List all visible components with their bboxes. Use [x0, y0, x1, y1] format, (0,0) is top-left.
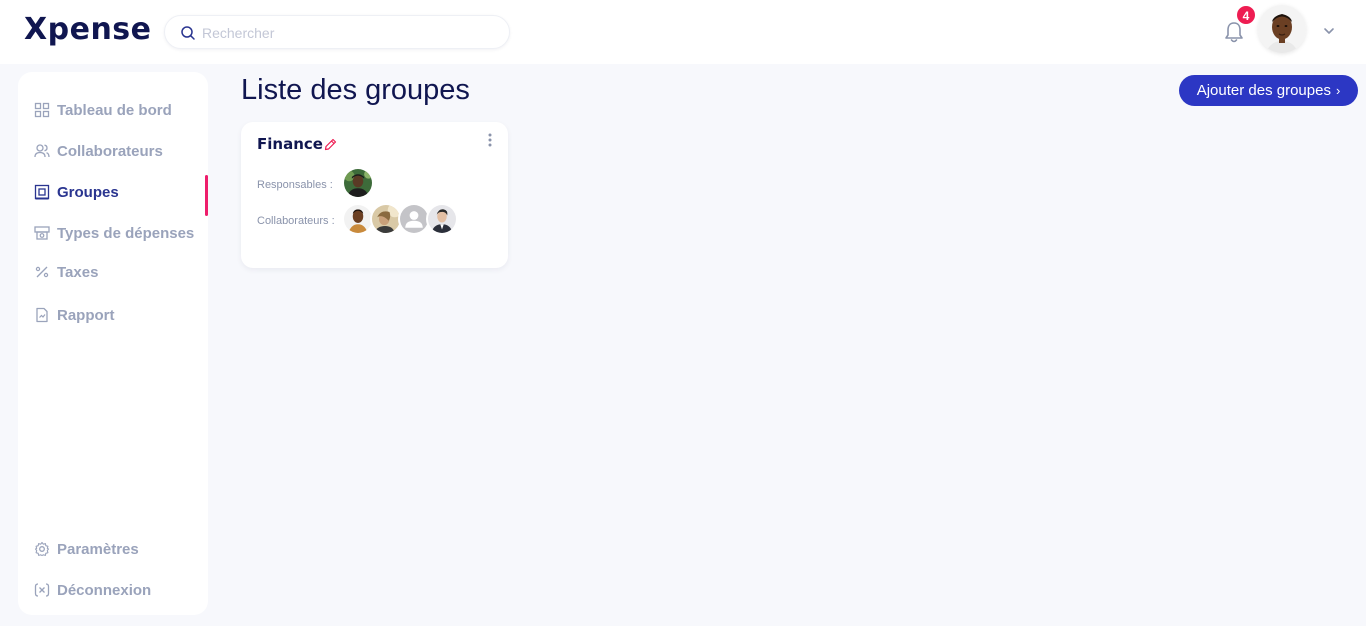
sidebar-item-label: Tableau de bord [57, 101, 172, 119]
collaborateurs-label: Collaborateurs : [257, 215, 335, 227]
sidebar-item-rapport[interactable]: Rapport [18, 298, 208, 332]
expense-types-icon [34, 226, 50, 240]
sidebar-item-types-depenses[interactable]: Types de dépenses [18, 216, 208, 250]
percent-icon [35, 266, 49, 278]
add-groups-label: Ajouter des groupes [1196, 82, 1331, 99]
sidebar-item-label: Rapport [57, 306, 115, 324]
sidebar-item-collaborateurs[interactable]: Collaborateurs [18, 134, 208, 168]
top-bar: Xpense 4 [0, 0, 1366, 64]
report-icon [36, 307, 48, 323]
sidebar-item-deconnexion[interactable]: Déconnexion [18, 573, 208, 607]
user-avatar[interactable] [1258, 5, 1306, 53]
chevron-down-icon[interactable] [1322, 24, 1336, 38]
search-icon [181, 26, 195, 40]
notification-badge: 4 [1236, 5, 1256, 25]
group-name: Finance [257, 135, 323, 153]
collaborator-avatar[interactable] [426, 203, 458, 235]
users-icon [34, 144, 50, 158]
pencil-icon[interactable] [324, 138, 337, 151]
sidebar-item-label: Déconnexion [57, 581, 152, 599]
dashboard-icon [34, 102, 50, 118]
add-groups-button[interactable]: Ajouter des groupes › [1179, 75, 1358, 106]
responsables-label: Responsables : [257, 179, 333, 191]
sidebar-item-label: Types de dépenses [57, 224, 195, 242]
gear-icon [34, 541, 50, 557]
search-input[interactable] [202, 22, 492, 44]
sidebar-item-taxes[interactable]: Taxes [18, 255, 208, 289]
sidebar-item-label: Taxes [57, 263, 99, 281]
more-vertical-icon[interactable] [487, 133, 493, 147]
group-card[interactable]: Finance Responsables : Collaborateurs : [241, 122, 508, 268]
sidebar-item-parametres[interactable]: Paramètres [18, 532, 208, 566]
sidebar-item-dashboard[interactable]: Tableau de bord [18, 93, 208, 127]
sidebar-item-label: Paramètres [57, 540, 139, 558]
search-box[interactable] [164, 15, 510, 49]
sidebar-item-label: Collaborateurs [57, 142, 163, 160]
sidebar-item-groupes[interactable]: Groupes [18, 175, 208, 216]
responsable-avatar[interactable] [342, 167, 374, 199]
app-logo[interactable]: Xpense [24, 12, 152, 47]
logout-icon [34, 583, 50, 597]
chevron-right-icon: › [1335, 83, 1341, 98]
groups-icon [34, 184, 50, 200]
page-title: Liste des groupes [241, 74, 470, 106]
sidebar-item-label: Groupes [57, 183, 119, 201]
sidebar: Tableau de bord Collaborateurs Groupes T… [18, 72, 208, 615]
